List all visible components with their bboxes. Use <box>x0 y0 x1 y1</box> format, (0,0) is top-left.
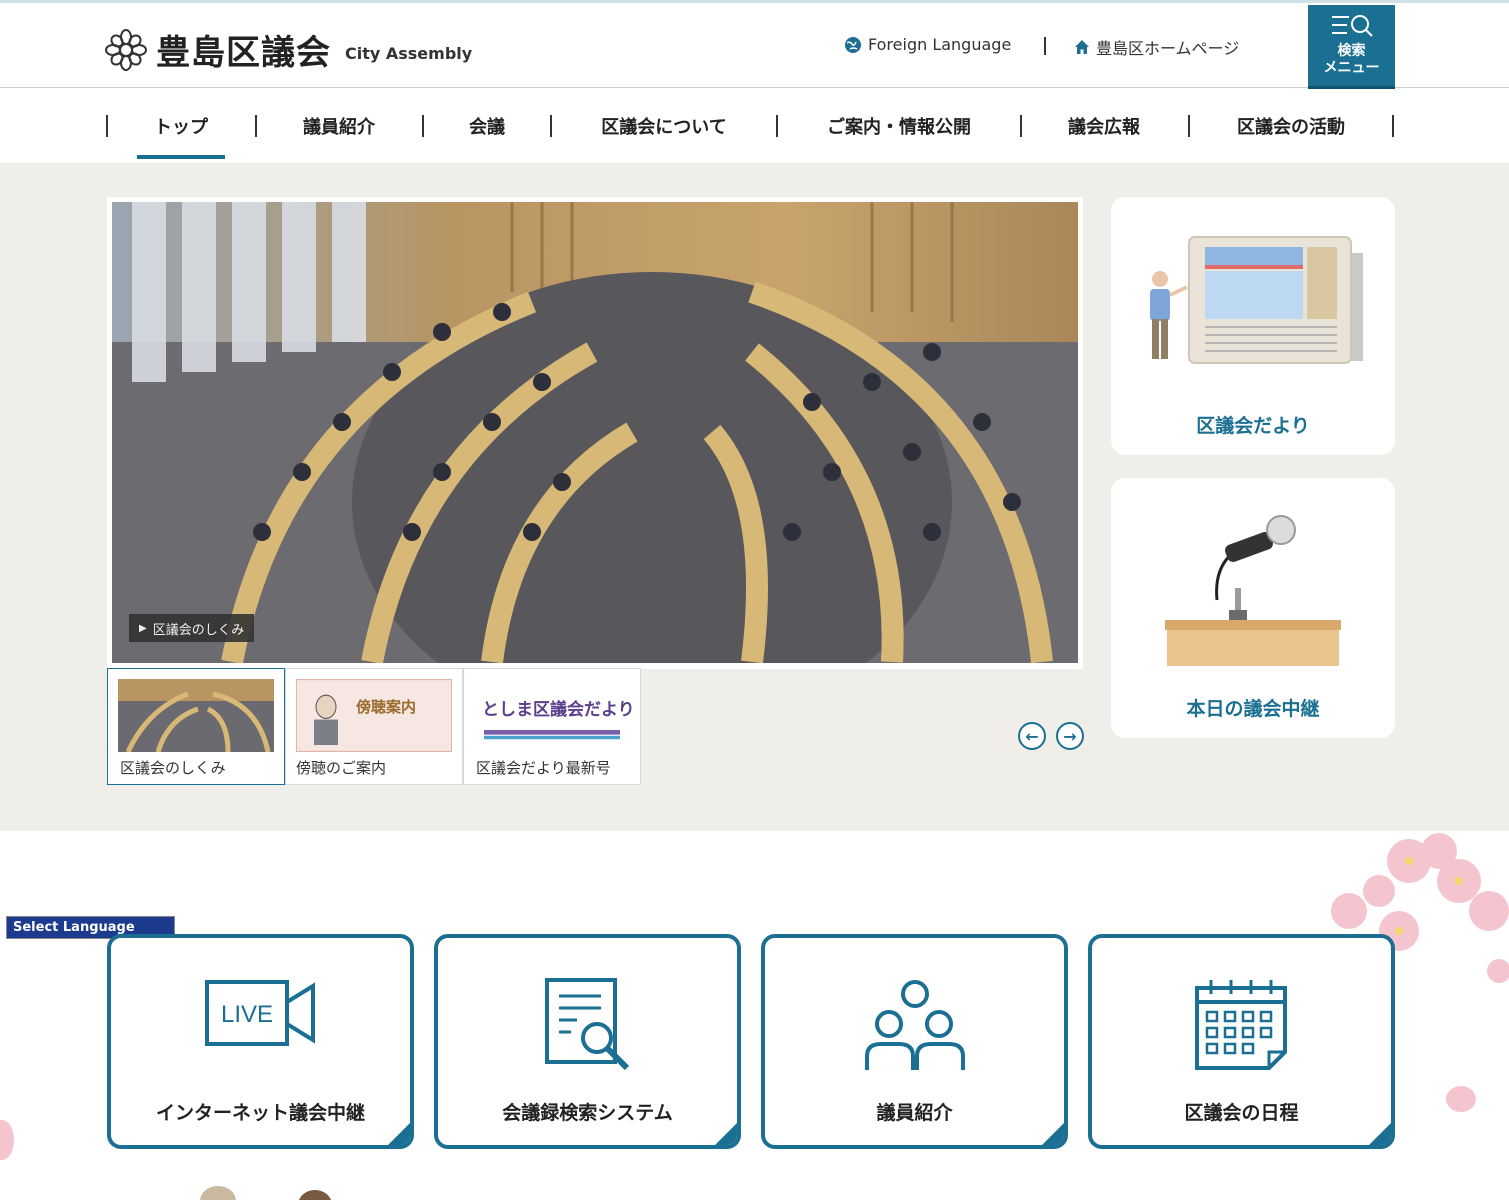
calendar-icon <box>1194 980 1287 1070</box>
newsletter-banner-text: としま区議会だより <box>482 700 635 720</box>
document-search-icon <box>544 978 629 1071</box>
newsletter-card-label: 区議会だより <box>1196 415 1310 437</box>
live-icon-text: LIVE <box>220 1001 272 1028</box>
slider-prev-button[interactable]: ← <box>1018 722 1046 750</box>
nav-item-top[interactable]: トップ <box>125 89 237 163</box>
gallery-guide-banner-text: 傍聴案内 <box>356 698 417 716</box>
slider-next-button[interactable]: → <box>1056 722 1084 750</box>
nav-separator <box>106 115 108 137</box>
microphone-podium-icon <box>1165 515 1341 666</box>
search-menu-button[interactable]: 検索 メニュー <box>1308 5 1395 89</box>
hero-slide[interactable]: ▶ 区議会のしくみ <box>107 197 1083 732</box>
search-menu-icon <box>1331 15 1373 37</box>
petal-decoration <box>1446 1086 1476 1112</box>
petal-decoration <box>0 1120 14 1160</box>
arrow-left-icon: ← <box>1025 726 1039 746</box>
nav-item-activities[interactable]: 区議会の活動 <box>1200 89 1382 163</box>
nav-item-guide[interactable]: ご案内・情報公開 <box>790 89 1008 163</box>
nav-item-about[interactable]: 区議会について <box>566 89 762 163</box>
tile-label: 会議録検索システム <box>502 1102 673 1124</box>
nav-separator <box>1188 115 1190 137</box>
slide-caption-link[interactable]: ▶ 区議会のしくみ <box>129 614 255 642</box>
live-today-card[interactable]: 本日の議会中継 <box>1111 478 1395 738</box>
nav-item-pr[interactable]: 議会広報 <box>1034 89 1174 163</box>
nav-item-meetings[interactable]: 会議 <box>434 89 540 163</box>
slide-caption-text: 区議会のしくみ <box>152 622 245 638</box>
tile-corner <box>387 1122 410 1145</box>
live-camera-icon: LIVE <box>204 980 315 1046</box>
tile-label: インターネット議会中継 <box>155 1102 365 1124</box>
nav-item-members[interactable]: 議員紹介 <box>270 89 408 163</box>
hero-section: ▶ 区議会のしくみ 区議会のしくみ 傍聴案内 傍聴のご案内 としま区議会だより … <box>0 163 1509 831</box>
assembly-hall-thumbnail <box>118 679 274 752</box>
tile-minutes-search[interactable]: 会議録検索システム <box>434 934 741 1149</box>
newsletter-card[interactable]: 区議会だより <box>1111 197 1395 455</box>
thumb-label: 区議会だより最新号 <box>476 759 611 777</box>
tile-label: 議員紹介 <box>876 1102 953 1124</box>
site-logo[interactable]: 豊島区議会 City Assembly <box>104 25 472 74</box>
nav-separator <box>776 115 778 137</box>
thumb-gallery-guide[interactable]: 傍聴案内 傍聴のご案内 <box>285 668 463 785</box>
homepage-link[interactable]: 豊島区ホームページ <box>1074 35 1239 59</box>
thumb-assembly-structure[interactable]: 区議会のしくみ <box>107 668 285 785</box>
caret-right-icon: ▶ <box>139 622 147 634</box>
live-today-card-label: 本日の議会中継 <box>1186 698 1320 720</box>
foreign-language-link[interactable]: Foreign Language <box>844 35 1011 54</box>
nav-separator <box>255 115 257 137</box>
global-nav: トップ 議員紹介 会議 区議会について ご案内・情報公開 議会広報 区議会の活動 <box>0 89 1509 163</box>
tile-corner <box>714 1122 737 1145</box>
chrysanthemum-logo-icon <box>105 28 147 71</box>
foreign-language-label: Foreign Language <box>868 35 1012 54</box>
home-icon <box>1075 40 1089 54</box>
members-icon <box>864 980 965 1070</box>
site-header: 豊島区議会 City Assembly Foreign Language 豊島区… <box>0 3 1509 89</box>
logo-title: 豊島区議会 <box>156 33 331 73</box>
tile-corner <box>1368 1122 1391 1145</box>
tile-members[interactable]: 議員紹介 <box>761 934 1068 1149</box>
homepage-label: 豊島区ホームページ <box>1096 39 1240 58</box>
nav-active-indicator <box>137 155 225 159</box>
search-menu-label: 検索 メニュー <box>1323 43 1380 76</box>
thumb-label: 区議会のしくみ <box>120 759 226 777</box>
tile-corner <box>1041 1122 1064 1145</box>
thumb-label: 傍聴のご案内 <box>296 759 387 777</box>
arrow-right-icon: → <box>1063 726 1077 746</box>
tile-schedule[interactable]: 区議会の日程 <box>1088 934 1395 1149</box>
tile-label: 区議会の日程 <box>1184 1102 1299 1124</box>
people-illustration-partial <box>298 1190 332 1200</box>
nav-separator <box>550 115 552 137</box>
globe-icon <box>845 36 861 53</box>
util-separator <box>1044 37 1046 55</box>
nav-separator <box>422 115 424 137</box>
nav-separator <box>1020 115 1022 137</box>
newsletter-illustration-icon <box>1150 236 1363 364</box>
thumb-latest-newsletter[interactable]: としま区議会だより 区議会だより最新号 <box>463 668 641 785</box>
logo-subtitle: City Assembly <box>345 44 473 63</box>
slider-arrows: ← → <box>1018 722 1084 750</box>
people-illustration-partial <box>200 1186 236 1200</box>
slide-thumbnails: 区議会のしくみ 傍聴案内 傍聴のご案内 としま区議会だより 区議会だより最新号 <box>107 668 641 785</box>
nav-separator <box>1392 115 1394 137</box>
assembly-hall-photo <box>112 202 1078 732</box>
tile-internet-broadcast[interactable]: LIVE インターネット議会中継 <box>107 934 414 1149</box>
